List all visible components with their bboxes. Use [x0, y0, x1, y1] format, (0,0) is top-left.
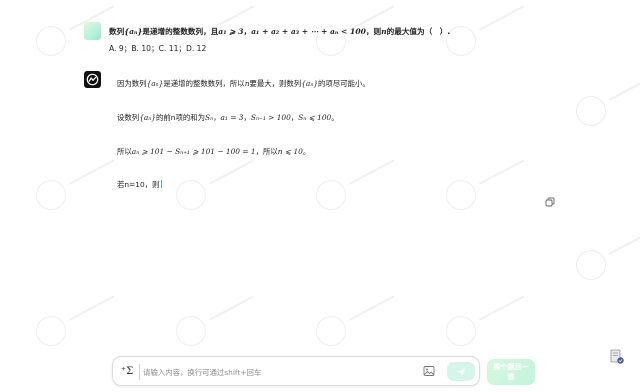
answer-text: 要最大，则数列 [249, 79, 302, 88]
answer-line-3: 所以aₙ ⩾ 101 − Sₙ₊₁ ⩾ 101 − 100 = 1，所以n ⩽ … [117, 147, 310, 157]
sequence-symbol: {aₙ} [139, 113, 156, 122]
document-icon[interactable] [609, 349, 625, 365]
answer-text: 因为数列 [117, 79, 147, 88]
watermark-logo [576, 250, 606, 280]
math-expression: n ⩽ 10 [277, 147, 303, 156]
answer-line-4: 若n=10，则 [117, 180, 163, 190]
input-divider [139, 364, 140, 380]
answer-text: 。 [302, 147, 311, 156]
sequence-symbol: {aₙ} [124, 27, 143, 36]
watermark-logo [446, 316, 476, 346]
next-question-button[interactable]: 换个题目一键 [487, 359, 535, 385]
condition-2: a₁ + a₂ + a₃ + ⋯ + aₙ < 100 [251, 27, 366, 36]
watermark-logo [316, 316, 346, 346]
watermark-logo [576, 96, 606, 126]
sequence-symbol: {aₙ} [146, 79, 164, 88]
sum-symbol: Sₙ [205, 113, 214, 122]
answer-text: 若n=10，则 [117, 180, 160, 189]
answer-line-2: 设数列{aₙ}的前n项的和为Sₙ，a₁ = 3，Sₙ₋₁ > 100，Sₙ ⩽ … [117, 113, 339, 123]
copy-icon[interactable] [545, 197, 555, 207]
math-expression: aₙ ⩾ 101 − Sₙ₊₁ ⩾ 101 − 100 = 1 [131, 147, 256, 156]
answer-text: 的项尽可能小。 [318, 79, 370, 88]
send-icon [457, 368, 465, 376]
question-part: ， [243, 27, 252, 36]
watermark-logo [36, 180, 66, 210]
question-part: 的最大值为（ ）. [386, 27, 451, 36]
watermark-logo [176, 180, 206, 210]
answer-line-1: 因为数列{aₙ}是递增的整数数列，所以n要最大，则数列{aₙ}的项尽可能小。 [117, 79, 370, 89]
chat-input-box: ⁺Σ [112, 356, 480, 386]
question-part: ，则 [365, 27, 382, 36]
watermark-logo [176, 316, 206, 346]
answer-text: ，所以 [255, 147, 278, 156]
assistant-avatar [84, 71, 101, 88]
math-expression: Sₙ ⩽ 100 [298, 113, 332, 122]
answer-text: ， [213, 113, 221, 122]
send-button[interactable] [447, 362, 475, 381]
answer-text: ， [243, 113, 251, 122]
question-text: 数列{aₙ}是递增的整数数列，且a₁ ⩾ 3，a₁ + a₂ + a₃ + ⋯ … [109, 26, 609, 37]
image-upload-icon[interactable] [423, 365, 435, 377]
sequence-symbol: {aₙ} [301, 79, 319, 88]
answer-text: 所以 [117, 147, 132, 156]
watermark-logo [316, 180, 346, 210]
chat-input[interactable] [143, 364, 415, 380]
watermark-logo [36, 316, 66, 346]
typing-cursor [161, 180, 163, 188]
answer-text: 的前n项的和为 [156, 113, 206, 122]
answer-text: 设数列 [117, 113, 140, 122]
answer-text: 是递增的整数数列，所以 [163, 79, 245, 88]
question-part: 数列 [109, 27, 125, 36]
question-options: A. 9；B. 10；C. 11；D. 12 [109, 44, 207, 53]
watermark-logo [446, 180, 476, 210]
question-part: 是递增的整数数列，且 [142, 27, 219, 36]
assistant-logo-icon [86, 73, 99, 86]
user-avatar [84, 22, 101, 40]
formula-button[interactable]: ⁺Σ [119, 364, 135, 380]
math-expression: Sₙ₋₁ > 100 [250, 113, 291, 122]
condition-1: a₁ ⩾ 3 [218, 27, 244, 36]
answer-text: 。 [331, 113, 339, 122]
math-expression: a₁ = 3 [220, 113, 244, 122]
watermark-logo [36, 26, 66, 56]
